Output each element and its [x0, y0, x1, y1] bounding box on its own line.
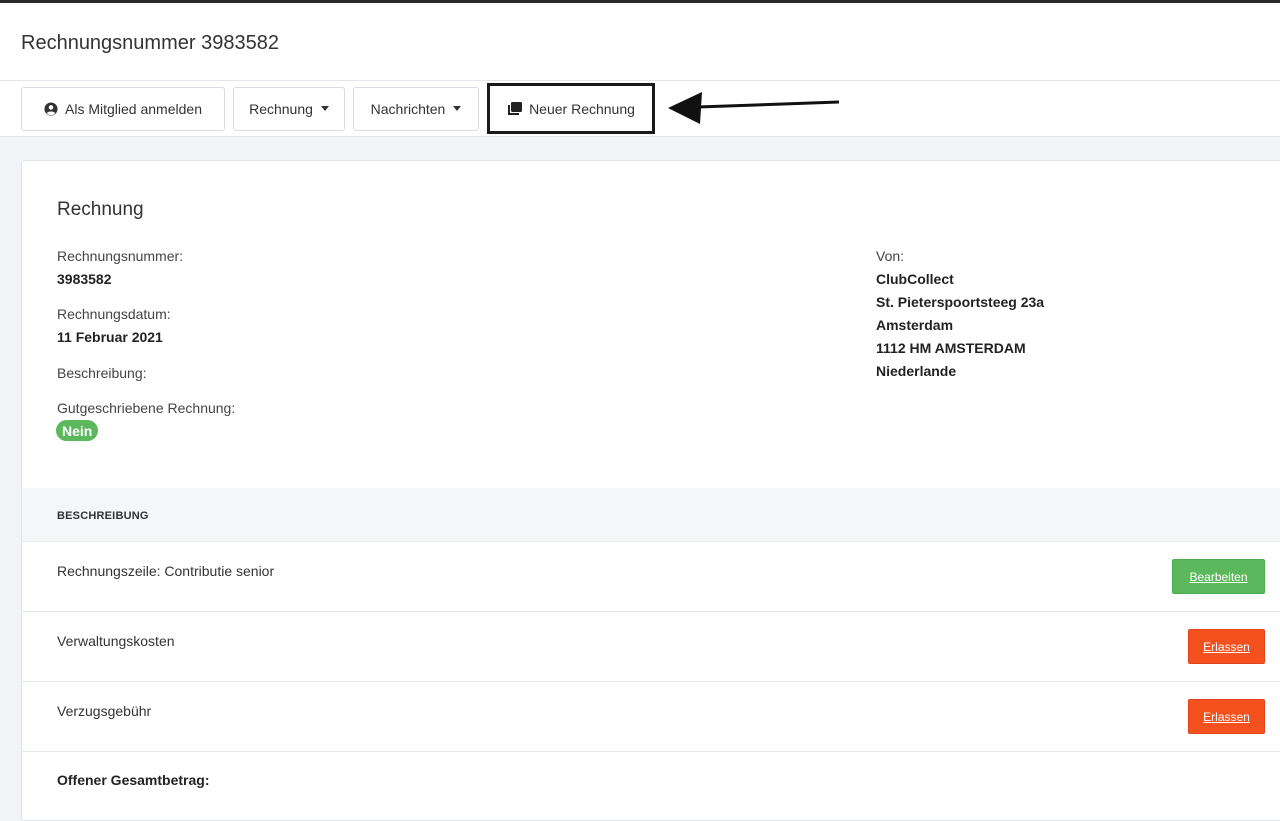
open-total-label: Offener Gesamtbetrag:	[57, 772, 210, 788]
member-login-button[interactable]: Als Mitglied anmelden	[21, 87, 225, 131]
arrow-left-icon	[668, 92, 840, 124]
row-description: Verzugsgebühr	[57, 703, 152, 719]
from-street: St. Pieterspoortsteeg 23a	[876, 294, 1045, 310]
table-row: Verwaltungskosten Erlassen	[22, 612, 1280, 682]
table-row: Rechnungszeile: Contributie senior Bearb…	[22, 542, 1280, 612]
column-header-description: BESCHREIBUNG	[57, 510, 149, 522]
invoice-dropdown-button[interactable]: Rechnung	[233, 87, 345, 131]
from-label: Von:	[876, 248, 905, 264]
credited-status-badge: Nein	[56, 420, 99, 441]
row-description: Rechnungszeile: Contributie senior	[57, 563, 275, 579]
table-row: Verzugsgebühr Erlassen	[22, 682, 1280, 752]
caret-down-icon	[320, 105, 329, 111]
edit-button[interactable]: Bearbeiten	[1172, 559, 1265, 594]
invoice-dropdown-label: Rechnung	[249, 101, 313, 117]
waive-button[interactable]: Erlassen	[1188, 699, 1265, 734]
row-description: Verwaltungskosten	[57, 633, 175, 649]
page-title: Rechnungsnummer 3983582	[21, 32, 279, 54]
invoice-number-label: Rechnungsnummer:	[57, 248, 184, 264]
messages-dropdown-button[interactable]: Nachrichten	[353, 87, 479, 131]
page-header: Rechnungsnummer 3983582	[0, 3, 1280, 81]
from-name: ClubCollect	[876, 271, 954, 287]
toolbar: Als Mitglied anmelden Rechnung Nachricht…	[0, 81, 1280, 137]
member-login-label: Als Mitglied anmelden	[65, 101, 202, 117]
table-header: BESCHREIBUNG	[22, 488, 1280, 542]
from-postcode: 1112 HM AMSTERDAM	[876, 340, 1026, 356]
description-label: Beschreibung:	[57, 365, 147, 381]
invoice-card: Rechnung Rechnungsnummer: 3983582 Rechnu…	[21, 160, 1280, 821]
credited-invoice-label: Gutgeschriebene Rechnung:	[57, 400, 236, 416]
copy-icon	[507, 101, 523, 116]
user-circle-icon	[44, 102, 58, 116]
invoice-date-label: Rechnungsdatum:	[57, 306, 171, 322]
caret-down-icon	[453, 105, 462, 111]
waive-button[interactable]: Erlassen	[1188, 629, 1265, 664]
section-title: Rechnung	[57, 199, 144, 220]
from-country: Niederlande	[876, 363, 957, 379]
invoice-number-value: 3983582	[57, 271, 112, 287]
messages-dropdown-label: Nachrichten	[370, 101, 446, 117]
new-invoice-label: Neuer Rechnung	[529, 100, 635, 117]
new-invoice-button[interactable]: Neuer Rechnung	[487, 83, 655, 134]
from-city: Amsterdam	[876, 317, 954, 333]
invoice-date-value: 11 Februar 2021	[57, 329, 163, 345]
